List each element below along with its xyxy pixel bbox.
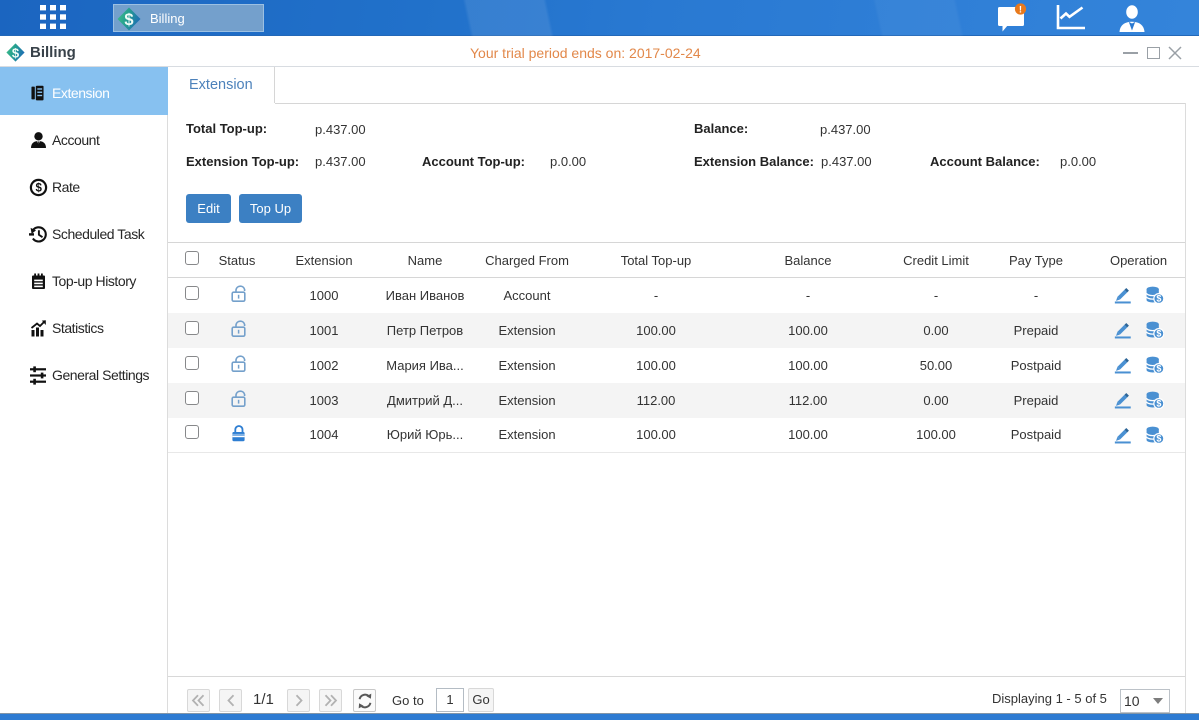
svg-text:!: ! (1019, 5, 1022, 16)
svg-text:$: $ (124, 11, 133, 29)
svg-text:$: $ (12, 45, 20, 60)
svg-text:$: $ (36, 183, 43, 195)
